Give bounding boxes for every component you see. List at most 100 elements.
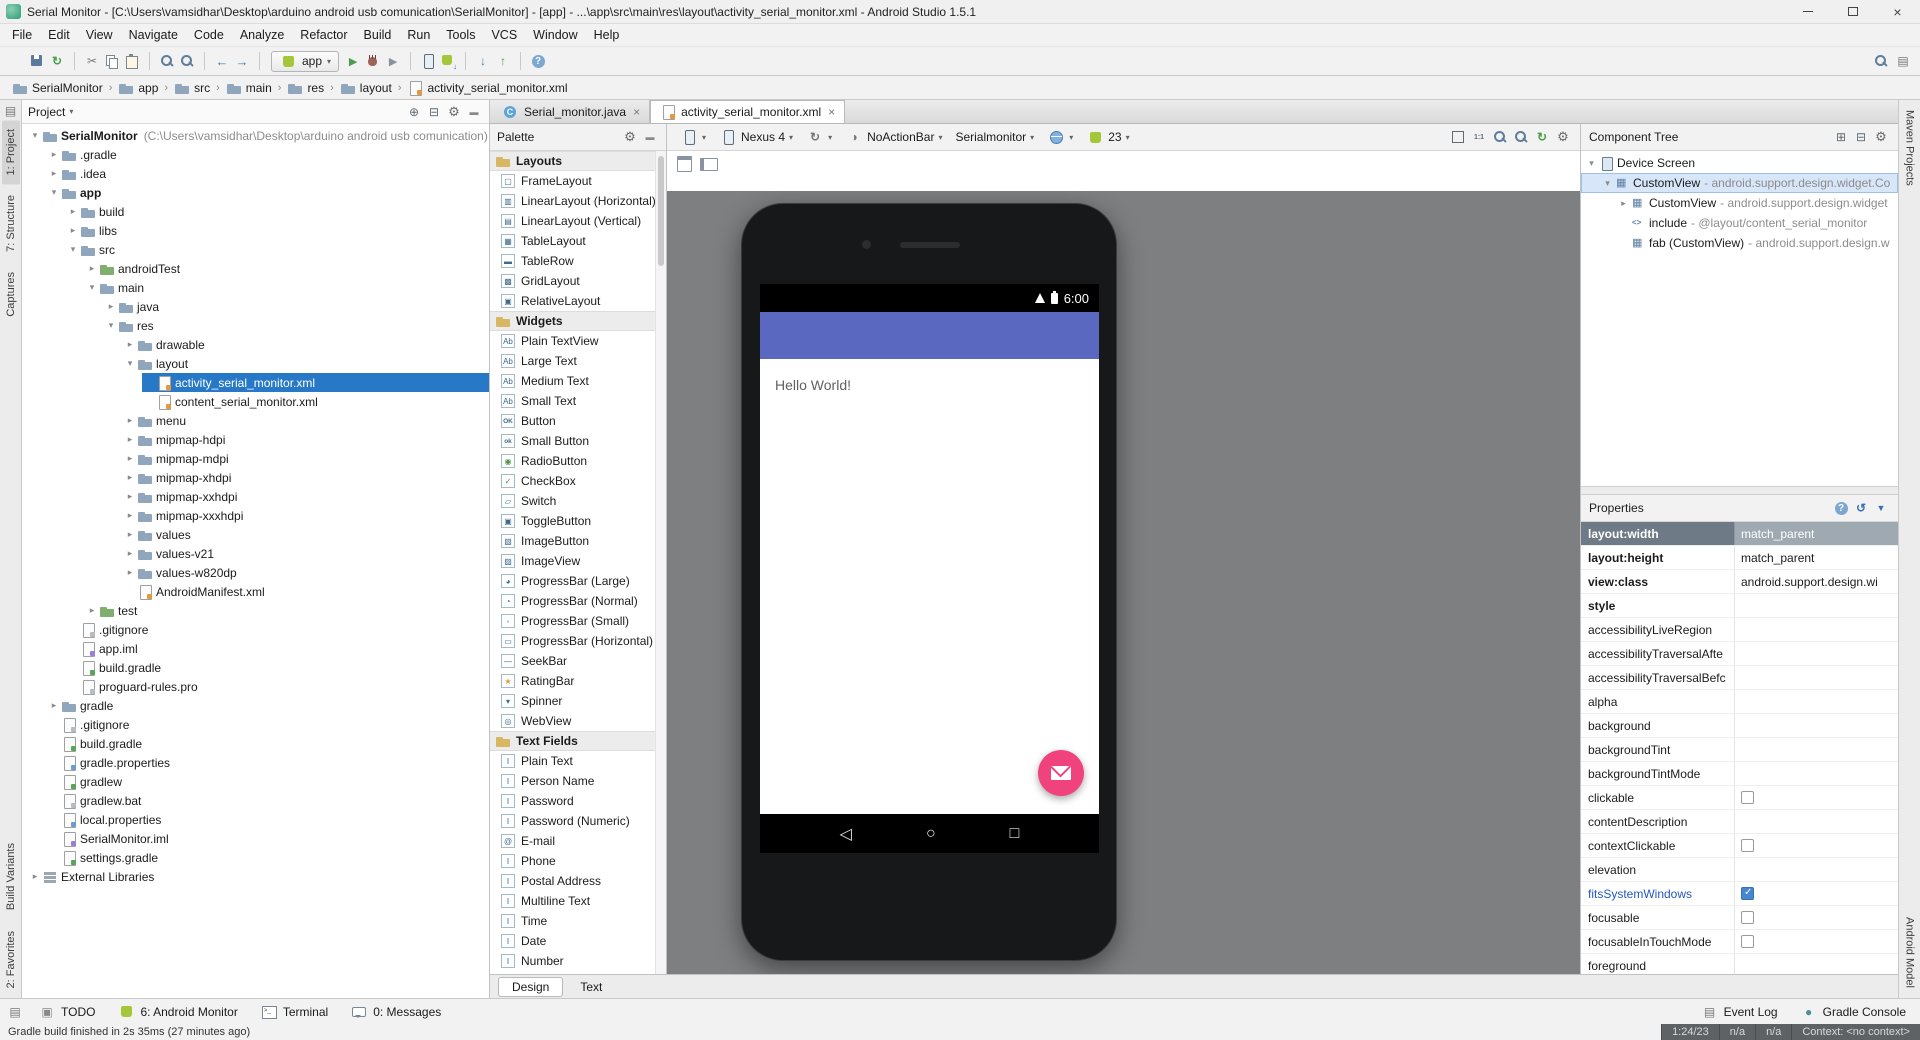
palette-item-tablelayout[interactable]: ▦ TableLayout <box>490 231 666 251</box>
tree-expand-arrow-icon[interactable]: ▸ <box>47 168 61 179</box>
tool-button-gradle-console[interactable]: Gradle Console <box>1792 1002 1914 1022</box>
project-tree-item[interactable]: ▾ app <box>22 183 489 202</box>
property-row-backgroundtintmode[interactable]: backgroundTintMode <box>1581 762 1898 786</box>
device-frame-toggle-icon[interactable] <box>675 156 693 172</box>
project-tree-item[interactable]: ▸ mipmap-mdpi <box>22 449 489 468</box>
palette-item-password-numeric[interactable]: I Password (Numeric) <box>490 811 666 831</box>
tree-expand-arrow-icon[interactable]: ▾ <box>1601 178 1614 189</box>
component-tree-item[interactable]: ▾ CustomView- android.support.design.widg… <box>1581 173 1898 193</box>
property-value[interactable] <box>1734 762 1898 785</box>
property-row-alpha[interactable]: alpha <box>1581 690 1898 714</box>
locale-select[interactable]: ▾ <box>1042 127 1078 147</box>
minimize-button[interactable] <box>1785 0 1830 23</box>
breadcrumb-item-src[interactable]: src <box>172 80 212 96</box>
status-segment-1[interactable]: n/a <box>1718 1024 1756 1040</box>
stripe-item-maven-projects[interactable]: Maven Projects <box>1901 101 1919 195</box>
settings-icon[interactable] <box>1872 129 1890 145</box>
property-row-foreground[interactable]: foreground <box>1581 954 1898 974</box>
device-screen[interactable]: 6:00 Hello World! ◁ ○ □ <box>760 284 1099 853</box>
property-value[interactable] <box>1734 594 1898 617</box>
configuration-select[interactable]: ▾ <box>675 127 711 147</box>
property-checkbox[interactable] <box>1741 887 1754 900</box>
component-tree-item[interactable]: fab (CustomView)- android.support.design… <box>1581 233 1898 253</box>
property-value[interactable]: android.support.design.wi <box>1734 570 1898 593</box>
activity-select[interactable]: Serialmonitor ▾ <box>950 128 1039 146</box>
tab-design[interactable]: Design <box>498 976 564 997</box>
property-value[interactable] <box>1734 618 1898 641</box>
tree-expand-arrow-icon[interactable]: ▾ <box>66 244 80 255</box>
help-icon[interactable] <box>529 53 547 69</box>
project-tree-item[interactable]: ▸ libs <box>22 221 489 240</box>
stripe-item-android-model[interactable]: Android Model <box>1901 908 1919 997</box>
palette-item-linearlayout-vertical[interactable]: ▤ LinearLayout (Vertical) <box>490 211 666 231</box>
project-tree-item[interactable]: ▸ values-v21 <box>22 544 489 563</box>
palette-item-small-text[interactable]: Ab Small Text <box>490 391 666 411</box>
project-tree-item[interactable]: SerialMonitor.iml <box>22 829 489 848</box>
palette-item-linearlayout-horizontal[interactable]: ▥ LinearLayout (Horizontal) <box>490 191 666 211</box>
palette-item-imagebutton[interactable]: ▧ ImageButton <box>490 531 666 551</box>
refresh-icon[interactable] <box>1533 129 1551 145</box>
menu-item-build[interactable]: Build <box>356 26 400 44</box>
tree-expand-arrow-icon[interactable]: ▸ <box>104 301 118 312</box>
project-tree-item[interactable]: app.iml <box>22 639 489 658</box>
toolwindow-icon[interactable] <box>1894 53 1912 69</box>
tree-expand-arrow-icon[interactable]: ▸ <box>123 415 137 426</box>
palette-item-framelayout[interactable]: ▢ FrameLayout <box>490 171 666 191</box>
menu-item-tools[interactable]: Tools <box>438 26 483 44</box>
editor-tab-activity-serial-monitor-xml[interactable]: activity_serial_monitor.xml × <box>650 100 846 123</box>
palette-item-gridlayout[interactable]: ▩ GridLayout <box>490 271 666 291</box>
property-checkbox[interactable] <box>1741 911 1754 924</box>
revert-icon[interactable] <box>1852 500 1870 516</box>
tree-expand-arrow-icon[interactable]: ▸ <box>85 605 99 616</box>
tree-expand-arrow-icon[interactable]: ▸ <box>123 434 137 445</box>
palette-item-seekbar[interactable]: — SeekBar <box>490 651 666 671</box>
property-row-layout-width[interactable]: layout:width match_parent <box>1581 522 1898 546</box>
tree-expand-arrow-icon[interactable]: ▸ <box>85 263 99 274</box>
project-tree-item[interactable]: local.properties <box>22 810 489 829</box>
tree-expand-arrow-icon[interactable]: ▸ <box>66 206 80 217</box>
tree-expand-arrow-icon[interactable]: ▸ <box>28 871 42 882</box>
property-row-contextclickable[interactable]: contextClickable <box>1581 834 1898 858</box>
palette-item-plain-text[interactable]: I Plain Text <box>490 751 666 771</box>
palette-item-progressbar-normal[interactable]: ◔ ProgressBar (Normal) <box>490 591 666 611</box>
project-tree-item[interactable]: ▸ mipmap-xxhdpi <box>22 487 489 506</box>
property-checkbox[interactable] <box>1741 935 1754 948</box>
stripe-item-2-favorites[interactable]: 2: Favorites <box>2 922 20 997</box>
property-row-focusable[interactable]: focusable <box>1581 906 1898 930</box>
editor-tab-serial-monitor-java[interactable]: Serial_monitor.java × <box>492 100 651 123</box>
project-tree-item[interactable]: ▸ test <box>22 601 489 620</box>
tree-expand-arrow-icon[interactable]: ▾ <box>1585 158 1598 169</box>
tree-expand-arrow-icon[interactable]: ▸ <box>47 149 61 160</box>
toolwindow-switcher-icon[interactable] <box>6 1004 24 1020</box>
menu-item-file[interactable]: File <box>4 26 40 44</box>
open-icon[interactable] <box>8 53 26 69</box>
tree-expand-arrow-icon[interactable]: ▸ <box>123 510 137 521</box>
save-icon[interactable] <box>28 53 46 69</box>
property-value[interactable] <box>1734 834 1898 857</box>
palette-item-e-mail[interactable]: @ E-mail <box>490 831 666 851</box>
tree-expand-arrow-icon[interactable]: ▸ <box>123 339 137 350</box>
project-tree-item[interactable]: ▾ main <box>22 278 489 297</box>
property-row-accessibilitytraversalbefc[interactable]: accessibilityTraversalBefc <box>1581 666 1898 690</box>
zoom-fit-icon[interactable] <box>1449 129 1467 145</box>
palette-item-plain-textview[interactable]: Ab Plain TextView <box>490 331 666 351</box>
sync-icon[interactable] <box>48 53 66 69</box>
tree-expand-arrow-icon[interactable]: ▸ <box>123 472 137 483</box>
breadcrumb-item-app[interactable]: app <box>116 80 160 96</box>
tree-expand-arrow-icon[interactable]: ▾ <box>47 187 61 198</box>
tool-button-event-log[interactable]: Event Log <box>1693 1002 1786 1022</box>
tool-button-todo[interactable]: TODO <box>30 1002 103 1022</box>
menu-item-analyze[interactable]: Analyze <box>232 26 292 44</box>
collapse-all-icon[interactable] <box>1852 129 1870 145</box>
property-row-layout-height[interactable]: layout:height match_parent <box>1581 546 1898 570</box>
menu-item-navigate[interactable]: Navigate <box>121 26 186 44</box>
property-row-background[interactable]: background <box>1581 714 1898 738</box>
palette-section-layouts[interactable]: Layouts <box>490 151 666 171</box>
project-tree-item[interactable]: gradle.properties <box>22 753 489 772</box>
palette-item-spinner[interactable]: ▾ Spinner <box>490 691 666 711</box>
vcs-commit-icon[interactable] <box>494 53 512 69</box>
property-value[interactable] <box>1734 690 1898 713</box>
breadcrumb-item-serialmonitor[interactable]: SerialMonitor <box>10 80 105 96</box>
breadcrumb-item-activity-serial-monitor-xml[interactable]: activity_serial_monitor.xml <box>405 80 569 96</box>
palette-item-progressbar-horizontal[interactable]: ▭ ProgressBar (Horizontal) <box>490 631 666 651</box>
